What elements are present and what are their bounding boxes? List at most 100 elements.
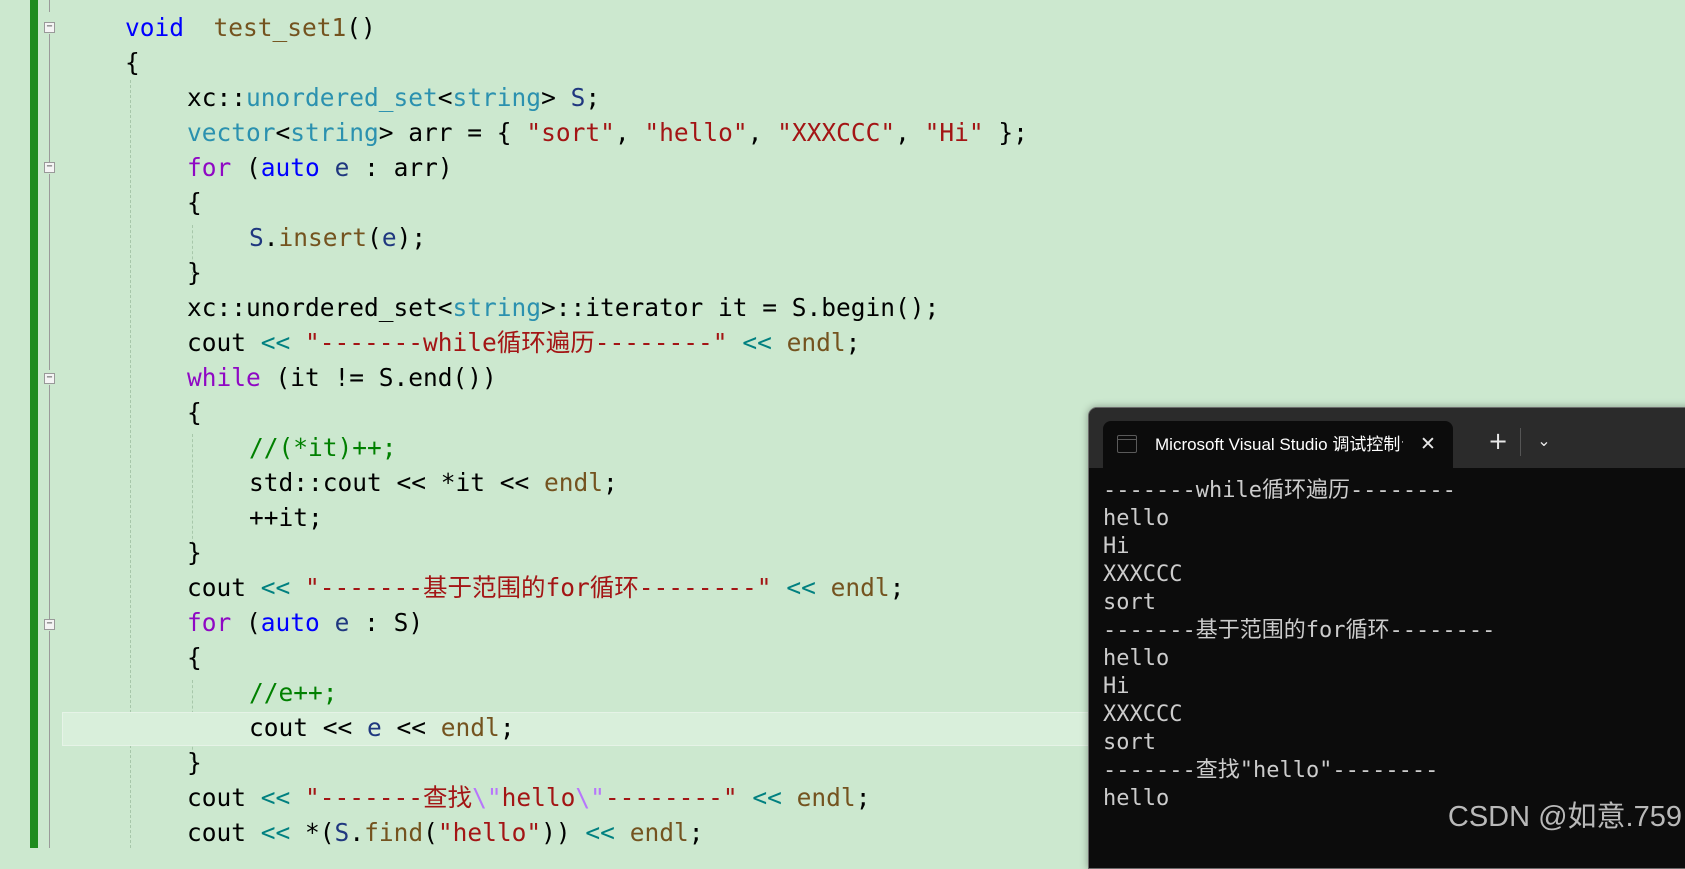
code-line[interactable]: }	[187, 745, 202, 780]
console-output-line: -------基于范围的for循环--------	[1103, 618, 1496, 643]
code-token: <	[275, 118, 291, 147]
code-token: ()	[346, 13, 376, 42]
code-token: );	[396, 223, 427, 252]
code-token: (it != S.end())	[260, 363, 497, 392]
code-token: .	[263, 223, 279, 252]
new-tab-icon[interactable]: +	[1481, 421, 1515, 461]
code-line[interactable]: //e++;	[249, 675, 338, 710]
code-line[interactable]: {	[125, 45, 140, 80]
code-token: endl	[544, 468, 604, 497]
code-token: {	[187, 188, 202, 217]
code-line[interactable]: cout << "-------查找\"hello\"--------" << …	[187, 780, 870, 815]
code-token: <<	[585, 818, 615, 847]
code-token: {	[187, 643, 202, 672]
code-token: }	[187, 538, 202, 567]
code-line[interactable]: for (auto e : S)	[187, 605, 423, 640]
collapse-while-block-icon[interactable]: −	[44, 373, 55, 384]
code-token: endl	[786, 328, 846, 357]
console-output-line: sort	[1103, 730, 1156, 755]
console-tab[interactable]: Microsoft Visual Studio 调试控制台 ✕	[1103, 421, 1453, 468]
code-token: cout <<	[249, 713, 368, 742]
console-titlebar[interactable]: Microsoft Visual Studio 调试控制台 ✕ + ⌄	[1089, 408, 1685, 468]
code-token: //(*it)++;	[249, 433, 397, 462]
code-token: e	[381, 223, 397, 252]
collapse-for-block-icon[interactable]: −	[44, 619, 55, 630]
code-token: <<	[381, 713, 441, 742]
code-token: ;	[845, 328, 861, 357]
code-line[interactable]: cout << "-------基于范围的for循环--------" << e…	[187, 570, 904, 605]
change-tracking-bar	[30, 0, 38, 848]
outline-line	[49, 34, 50, 168]
chevron-down-icon[interactable]: ⌄	[1527, 421, 1561, 461]
code-line[interactable]: for (auto e : arr)	[187, 150, 453, 185]
code-token: find	[364, 818, 424, 847]
code-token: xc::unordered_set<	[187, 293, 453, 322]
code-line[interactable]: ++it;	[249, 500, 323, 535]
code-line[interactable]: {	[187, 395, 202, 430]
collapse-for-block-icon[interactable]: −	[44, 162, 55, 173]
code-token: "XXXCCC"	[777, 118, 896, 147]
code-token: "Hi"	[924, 118, 984, 147]
code-token: <<	[752, 783, 782, 812]
code-line[interactable]: xc::unordered_set<string> S;	[187, 80, 600, 115]
code-token: xc::	[187, 83, 247, 112]
code-token: "-------查找	[305, 783, 473, 812]
code-token: "hello"	[437, 818, 542, 847]
code-token: S	[334, 818, 350, 847]
code-token: };	[983, 118, 1028, 147]
code-line[interactable]: {	[187, 185, 202, 220]
code-token: ;	[603, 468, 618, 497]
code-token: void	[125, 13, 185, 42]
close-tab-icon[interactable]: ✕	[1415, 421, 1441, 468]
outline-line	[49, 631, 50, 848]
code-token: e	[367, 713, 382, 742]
code-line[interactable]: {	[187, 640, 202, 675]
code-token: endl	[830, 573, 890, 602]
code-token: <<	[742, 328, 772, 357]
code-line[interactable]: S.insert(e);	[249, 220, 426, 255]
code-line[interactable]: xc::unordered_set<string>::iterator it =…	[187, 290, 939, 325]
code-token: }	[187, 258, 202, 287]
code-line[interactable]: while (it != S.end())	[187, 360, 497, 395]
code-token: vector	[187, 118, 276, 147]
code-token: .	[349, 818, 365, 847]
code-token: <<	[260, 783, 291, 812]
code-token: <<	[260, 328, 291, 357]
console-output-line: -------查找"hello"--------	[1103, 758, 1439, 783]
console-output-line: Hi	[1103, 534, 1130, 559]
code-token: auto	[260, 608, 320, 637]
code-token: <	[437, 83, 453, 112]
code-token: "hello"	[644, 118, 748, 147]
code-line[interactable]: std::cout << *it << endl;	[249, 465, 618, 500]
watermark: CSDN @如意.759	[1447, 801, 1682, 833]
code-token: "-------while循环遍历--------"	[305, 328, 728, 357]
console-output-line: Hi	[1103, 674, 1130, 699]
code-token: > arr = {	[378, 118, 527, 147]
code-token: ;	[855, 783, 871, 812]
console-tab-title: Microsoft Visual Studio 调试控制台	[1155, 435, 1403, 454]
code-line[interactable]: cout << "-------while循环遍历--------" << en…	[187, 325, 860, 360]
code-line[interactable]: }	[187, 535, 202, 570]
code-line[interactable]: vector<string> arr = { "sort", "hello", …	[187, 115, 1028, 150]
code-token: ,	[895, 118, 925, 147]
code-token: string	[452, 83, 542, 112]
code-token: : arr)	[349, 153, 453, 182]
code-line[interactable]: cout << e << endl;	[249, 710, 515, 745]
code-token: ;	[499, 713, 515, 742]
code-token: <<	[260, 818, 291, 847]
titlebar-divider	[1520, 428, 1521, 456]
code-line[interactable]: cout << *(S.find("hello")) << endl;	[187, 815, 703, 850]
code-line[interactable]: }	[187, 255, 202, 290]
code-line[interactable]: void test_set1()	[125, 10, 376, 45]
collapse-function-icon[interactable]: −	[44, 22, 55, 33]
code-token: (	[367, 223, 382, 252]
code-line[interactable]: //(*it)++;	[249, 430, 397, 465]
